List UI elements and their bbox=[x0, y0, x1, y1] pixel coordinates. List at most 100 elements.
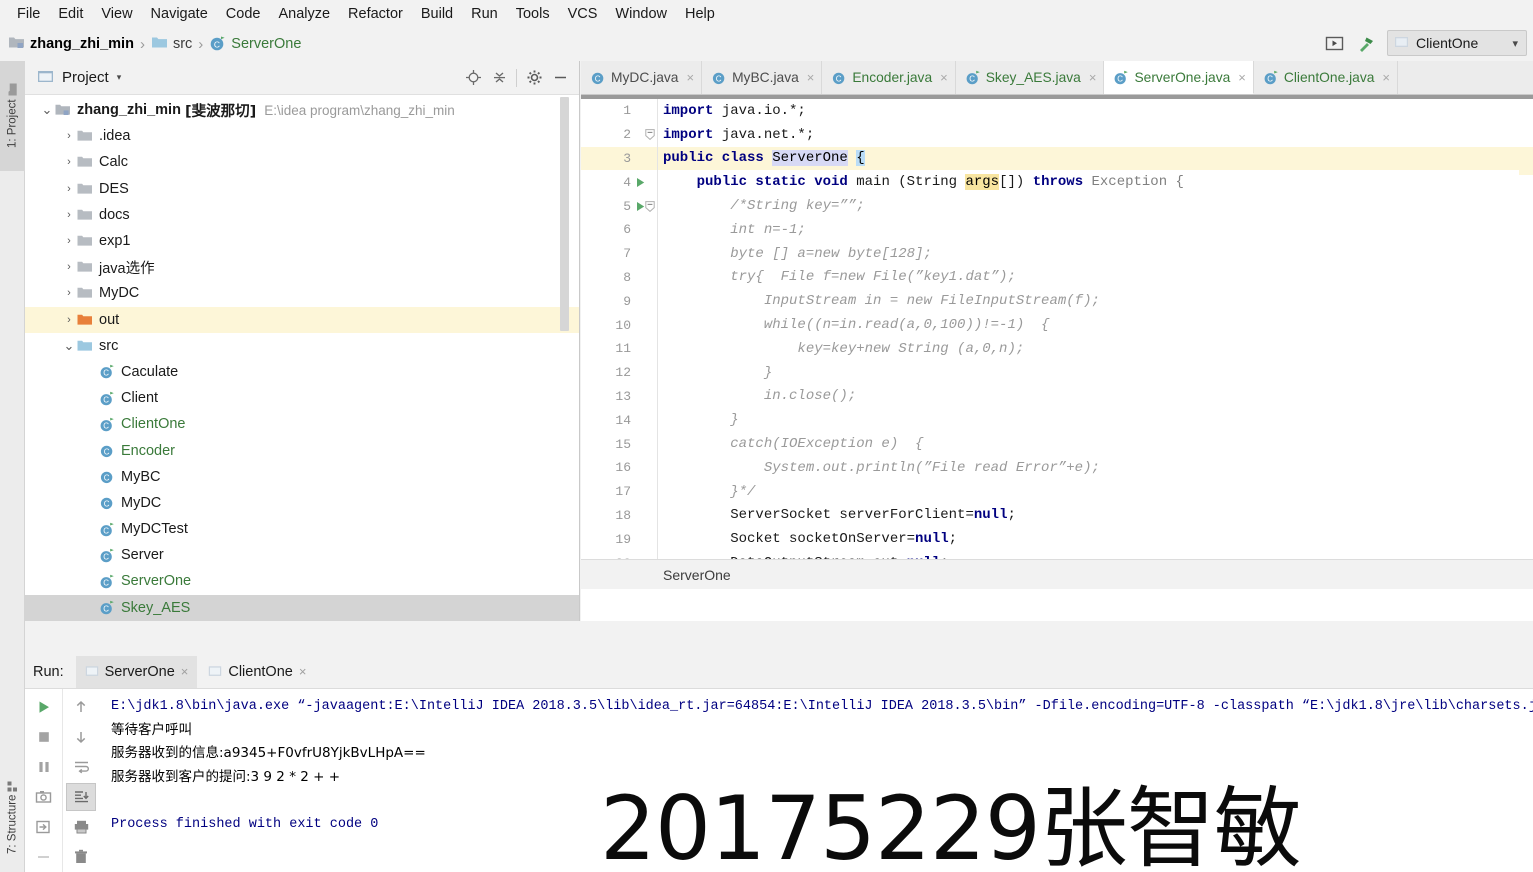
menu-item-edit[interactable]: Edit bbox=[49, 4, 92, 24]
code-line[interactable]: import java.net.*; bbox=[659, 123, 1533, 147]
editor-tab-encoder[interactable]: C Encoder.java × bbox=[822, 61, 956, 94]
menu-item-code[interactable]: Code bbox=[217, 4, 270, 24]
expand-arrow-icon[interactable]: › bbox=[61, 183, 77, 195]
locate-icon[interactable] bbox=[460, 65, 486, 91]
expand-arrow-icon[interactable]: ⌄ bbox=[39, 103, 55, 116]
tree-item-class[interactable]: C Server bbox=[25, 542, 579, 568]
close-icon[interactable]: × bbox=[686, 70, 694, 85]
code-line[interactable]: }*/ bbox=[659, 480, 1533, 504]
minimize-icon[interactable] bbox=[547, 65, 573, 91]
print-icon[interactable] bbox=[66, 813, 96, 841]
run-tab-clientone[interactable]: ClientOne × bbox=[199, 656, 315, 688]
run-toolbar-secondary[interactable] bbox=[62, 689, 99, 872]
hammer-icon[interactable] bbox=[1355, 32, 1377, 54]
tree-item-folder[interactable]: › Calc bbox=[25, 149, 579, 175]
code-line[interactable]: catch(IOException e) { bbox=[659, 432, 1533, 456]
code-line[interactable]: public class ServerOne { bbox=[659, 146, 1533, 171]
menu-item-build[interactable]: Build bbox=[412, 4, 462, 24]
sidebar-tab-structure[interactable]: 7: Structure bbox=[0, 761, 25, 872]
menu-item-view[interactable]: View bbox=[92, 4, 141, 24]
expand-arrow-icon[interactable]: ⌄ bbox=[61, 339, 77, 352]
expand-arrow-icon[interactable]: › bbox=[61, 261, 77, 273]
menu-item-run[interactable]: Run bbox=[462, 4, 507, 24]
expand-arrow-icon[interactable]: › bbox=[61, 287, 77, 299]
code-line[interactable]: int n=-1; bbox=[659, 218, 1533, 242]
project-tree[interactable]: ⌄ zhang_zhi_min [斐波那切] E:\idea program\zhan… bbox=[25, 95, 579, 621]
soft-wrap-icon[interactable] bbox=[66, 753, 96, 781]
tree-item-class[interactable]: C ClientOne bbox=[25, 411, 579, 437]
breadcrumb-folder[interactable]: src bbox=[151, 35, 192, 53]
close-icon[interactable]: × bbox=[181, 664, 189, 679]
chevron-down-icon[interactable]: ▾ bbox=[117, 72, 122, 83]
editor-tab-serverone[interactable]: C ServerOne.java × bbox=[1104, 61, 1254, 94]
menu-item-help[interactable]: Help bbox=[676, 4, 724, 24]
code-line[interactable]: in.close(); bbox=[659, 385, 1533, 409]
more-icon[interactable] bbox=[29, 843, 59, 871]
scroll-to-end-icon[interactable] bbox=[66, 783, 96, 811]
breadcrumb-project[interactable]: zhang_zhi_min bbox=[8, 35, 134, 53]
editor-tabs[interactable]: C MyDC.java × C MyBC.java × C Encoder.java × C Ske… bbox=[581, 61, 1533, 95]
menu-item-navigate[interactable]: Navigate bbox=[142, 4, 217, 24]
code-line[interactable]: byte [] a=new byte[128]; bbox=[659, 242, 1533, 266]
pause-icon[interactable] bbox=[29, 753, 59, 781]
code-line[interactable]: import java.io.*; bbox=[659, 99, 1533, 123]
close-icon[interactable]: × bbox=[1238, 70, 1246, 85]
tree-item-folder[interactable]: ⌄ zhang_zhi_min [斐波那切] E:\idea program\zhan… bbox=[25, 97, 579, 123]
code-line[interactable]: ServerSocket serverForClient= null; bbox=[659, 504, 1533, 528]
close-icon[interactable]: × bbox=[299, 664, 307, 679]
code-line[interactable]: /*String key=””; bbox=[659, 194, 1533, 218]
tree-item-class[interactable]: C MyDC bbox=[25, 490, 579, 516]
expand-arrow-icon[interactable]: › bbox=[61, 130, 77, 142]
chevron-down-icon[interactable]: ▾ bbox=[1512, 37, 1518, 50]
menu-item-vcs[interactable]: VCS bbox=[559, 4, 607, 24]
tree-item-folder[interactable]: › exp1 bbox=[25, 228, 579, 254]
expand-arrow-icon[interactable]: › bbox=[61, 209, 77, 221]
tree-item-class[interactable]: C MyDCTest bbox=[25, 516, 579, 542]
run-tab-serverone[interactable]: ServerOne × bbox=[75, 655, 198, 688]
camera-icon[interactable] bbox=[29, 783, 59, 811]
project-tree-scrollbar[interactable] bbox=[560, 97, 569, 331]
tree-item-folder[interactable]: › MyDC bbox=[25, 280, 579, 306]
editor-tab-clientone[interactable]: C ClientOne.java × bbox=[1253, 61, 1398, 94]
close-icon[interactable]: × bbox=[807, 70, 815, 85]
tree-item-folder[interactable]: ⌄ src bbox=[25, 333, 579, 359]
menu-item-analyze[interactable]: Analyze bbox=[269, 4, 339, 24]
console-output[interactable]: E:\jdk1.8\bin\java.exe “-javaagent:E:\In… bbox=[99, 689, 1533, 872]
tree-item-class[interactable]: C Encoder bbox=[25, 437, 579, 463]
code-line[interactable]: } bbox=[659, 408, 1533, 432]
tree-item-folder[interactable]: › java选作 bbox=[25, 254, 579, 280]
code-line[interactable]: } bbox=[659, 361, 1533, 385]
sidebar-tab-project[interactable]: 1: Project bbox=[0, 61, 25, 171]
scroll-down-icon[interactable] bbox=[66, 723, 96, 751]
run-window-icon[interactable] bbox=[1323, 32, 1345, 54]
code-line[interactable]: key=key+new String (a,0,n); bbox=[659, 337, 1533, 361]
menu-item-window[interactable]: Window bbox=[606, 4, 676, 24]
close-icon[interactable]: × bbox=[1089, 70, 1097, 85]
code-editor[interactable]: 12345678910111213141516171819202122 impo… bbox=[581, 95, 1533, 589]
menu-item-refactor[interactable]: Refactor bbox=[339, 4, 412, 24]
editor-gutter[interactable]: 12345678910111213141516171819202122 bbox=[581, 99, 659, 589]
editor-tab-skey_aes[interactable]: C Skey_AES.java × bbox=[955, 61, 1105, 94]
gear-icon[interactable] bbox=[521, 65, 547, 91]
tree-item-class[interactable]: C Caculate bbox=[25, 359, 579, 385]
tree-item-class[interactable]: C MyBC bbox=[25, 464, 579, 490]
editor-tab-mydc[interactable]: C MyDC.java × bbox=[581, 61, 703, 94]
code-line[interactable]: InputStream in = new FileInputStream(f); bbox=[659, 289, 1533, 313]
collapse-all-icon[interactable] bbox=[486, 65, 512, 91]
menu-item-tools[interactable]: Tools bbox=[507, 4, 559, 24]
trash-icon[interactable] bbox=[66, 843, 96, 871]
code-lines[interactable]: import java.io.*; import java.net.*; publi… bbox=[659, 99, 1533, 589]
stop-icon[interactable] bbox=[29, 723, 59, 751]
editor-tab-mybc[interactable]: C MyBC.java × bbox=[702, 61, 823, 94]
code-line[interactable]: public static void main (String args[]) … bbox=[659, 170, 1533, 194]
tree-item-class[interactable]: C Client bbox=[25, 385, 579, 411]
scroll-up-icon[interactable] bbox=[66, 693, 96, 721]
code-line[interactable]: try{ File f=new File(”key1.dat”); bbox=[659, 266, 1533, 290]
code-line[interactable]: Socket socketOnServer= null; bbox=[659, 527, 1533, 551]
menu-item-file[interactable]: File bbox=[8, 4, 49, 24]
run-configuration-selector[interactable]: ClientOne ▾ bbox=[1387, 30, 1527, 56]
tree-item-folder[interactable]: › DES bbox=[25, 176, 579, 202]
close-icon[interactable]: × bbox=[1382, 70, 1390, 85]
tree-item-folder[interactable]: › out bbox=[25, 306, 579, 333]
expand-arrow-icon[interactable]: › bbox=[61, 156, 77, 168]
